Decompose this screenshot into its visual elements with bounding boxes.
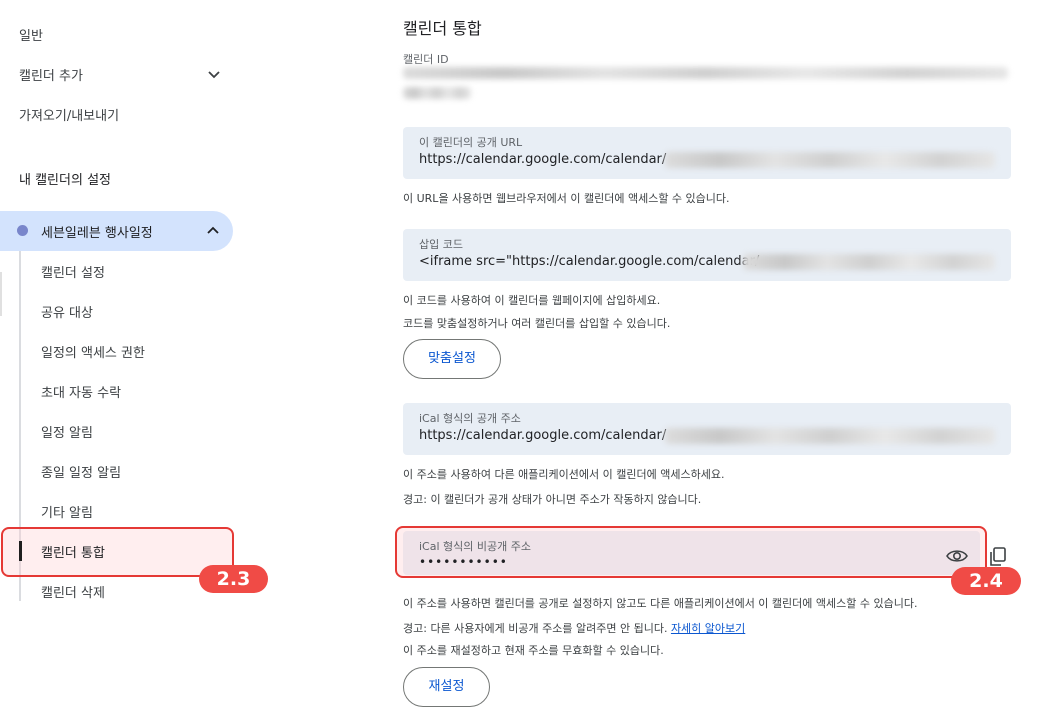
embed-code-help-1: 이 코드를 사용하여 이 캘린더를 웹페이지에 삽입하세요.	[403, 294, 661, 307]
embed-code-value: <iframe src="https://calendar.google.com…	[419, 254, 760, 269]
nav-add-calendar[interactable]: 캘린더 추가	[19, 65, 83, 84]
public-url-redacted	[665, 152, 995, 168]
sub-item-integrate-calendar[interactable]: 캘린더 통합	[41, 542, 105, 561]
embed-code-redacted	[743, 254, 995, 270]
my-calendars-settings-heading: 내 캘린더의 설정	[19, 173, 111, 188]
public-url-value: https://calendar.google.com/calendar/	[419, 152, 667, 167]
calendar-id-redacted-line2	[403, 87, 471, 99]
highlight-box-integrate	[1, 527, 234, 577]
nav-import-export[interactable]: 가져오기/내보내기	[19, 105, 119, 124]
sub-item-auto-accept[interactable]: 초대 자동 수락	[41, 382, 121, 401]
ical-public-value: https://calendar.google.com/calendar/	[419, 428, 667, 443]
sub-item-event-notifications[interactable]: 일정 알림	[41, 422, 93, 441]
sub-item-access-permissions[interactable]: 일정의 액세스 권한	[41, 342, 145, 361]
page-title: 캘린더 통합	[403, 19, 482, 38]
ical-private-reset-help: 이 주소를 재설정하고 현재 주소를 무효화할 수 있습니다.	[403, 644, 664, 657]
annotation-badge-2-4: 2.4	[951, 567, 1021, 595]
ical-public-label: iCal 형식의 공개 주소	[419, 412, 521, 425]
ical-public-warning: 경고: 이 캘린더가 공개 상태가 아니면 주소가 작동하지 않습니다.	[403, 493, 702, 506]
embed-code-label: 삽입 코드	[419, 238, 463, 251]
chevron-up-icon[interactable]	[205, 223, 221, 239]
sub-item-other-notifications[interactable]: 기타 알림	[41, 502, 93, 521]
ical-private-label: iCal 형식의 비공개 주소	[419, 540, 531, 553]
learn-more-link[interactable]: 자세히 알아보기	[671, 622, 745, 635]
ical-public-field[interactable]: iCal 형식의 공개 주소 https://calendar.google.c…	[403, 403, 1011, 455]
sub-item-share[interactable]: 공유 대상	[41, 302, 93, 321]
embed-code-field[interactable]: 삽입 코드 <iframe src="https://calendar.goog…	[403, 229, 1011, 281]
public-url-help: 이 URL을 사용하면 웹브라우저에서 이 캘린더에 액세스할 수 있습니다.	[403, 192, 730, 205]
ical-private-warning: 경고: 다른 사용자에게 비공개 주소를 알려주면 안 됩니다.	[403, 622, 668, 635]
ical-private-help: 이 주소를 사용하면 캘린더를 공개로 설정하지 않고도 다른 애플리케이션에서…	[403, 597, 918, 610]
calendar-item-active[interactable]: 세븐일레븐 행사일정	[0, 211, 233, 251]
ical-private-warning-row: 경고: 다른 사용자에게 비공개 주소를 알려주면 안 됩니다. 자세히 알아보…	[403, 620, 745, 636]
embed-code-help-2: 코드를 맞춤설정하거나 여러 캘린더를 삽입할 수 있습니다.	[403, 317, 671, 330]
public-url-field[interactable]: 이 캘린더의 공개 URL https://calendar.google.co…	[403, 127, 1011, 179]
calendar-color-dot	[17, 225, 28, 236]
eye-icon[interactable]	[946, 548, 968, 564]
chevron-down-icon[interactable]	[206, 66, 222, 82]
nav-general[interactable]: 일반	[19, 25, 43, 44]
active-indicator	[19, 541, 22, 561]
annotation-badge-2-3: 2.3	[199, 565, 268, 593]
sub-item-delete-calendar[interactable]: 캘린더 삭제	[41, 582, 105, 601]
reset-button[interactable]: 재설정	[403, 667, 490, 707]
sub-item-calendar-settings[interactable]: 캘린더 설정	[41, 262, 105, 281]
ical-private-value: •••••••••••	[419, 555, 508, 569]
calendar-name: 세븐일레븐 행사일정	[41, 226, 153, 241]
ical-private-field[interactable]: iCal 형식의 비공개 주소 •••••••••••	[403, 531, 980, 575]
sub-item-allday-notifications[interactable]: 종일 일정 알림	[41, 462, 121, 481]
calendar-id-label: 캘린더 ID	[403, 53, 449, 66]
copy-icon[interactable]	[989, 547, 1007, 567]
ical-public-help: 이 주소를 사용하여 다른 애플리케이션에서 이 캘린더에 액세스하세요.	[403, 468, 725, 481]
customize-button[interactable]: 맞춤설정	[403, 339, 501, 379]
ical-public-redacted	[665, 428, 995, 444]
scroll-marker	[0, 272, 2, 316]
calendar-id-redacted	[403, 67, 1008, 79]
public-url-label: 이 캘린더의 공개 URL	[419, 136, 523, 149]
